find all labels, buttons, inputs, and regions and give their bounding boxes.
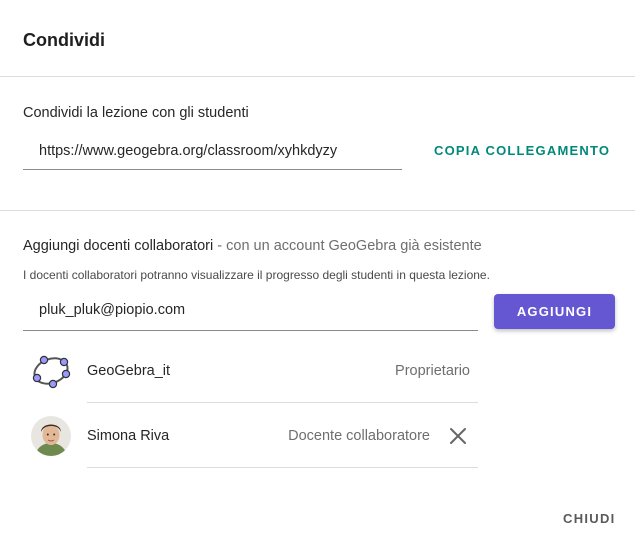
member-name: Simona Riva [87, 428, 170, 444]
dialog-title: Condividi [23, 30, 105, 50]
share-dialog: Condividi Condividi la lezione con gli s… [0, 0, 635, 542]
collaborators-heading-sub: - con un account GeoGebra già esistente [213, 238, 482, 254]
member-role: Docente collaboratore [288, 428, 430, 444]
divider [0, 76, 635, 77]
copy-link-button[interactable]: COPIA COLLEGAMENTO [434, 143, 610, 158]
collaborators-description: I docenti collaboratori potranno visuali… [23, 268, 490, 282]
close-dialog-button[interactable]: CHIUDI [563, 511, 616, 526]
divider [0, 210, 635, 211]
share-label: Condividi la lezione con gli studenti [23, 105, 249, 121]
share-link-field[interactable]: https://www.geogebra.org/classroom/xyhkd… [23, 134, 402, 170]
member-row: Simona Riva Docente collaboratore [23, 404, 478, 468]
collaborators-heading-main: Aggiungi docenti collaboratori [23, 238, 214, 254]
member-row: GeoGebra_it Proprietario [23, 339, 478, 403]
close-icon[interactable] [448, 426, 468, 446]
collaborators-heading: Aggiungi docenti collaboratori - con un … [23, 238, 482, 254]
collaborator-email-field[interactable] [23, 295, 478, 331]
member-role: Proprietario [395, 363, 470, 379]
member-name: GeoGebra_it [87, 363, 171, 379]
user-avatar [31, 416, 71, 456]
add-collaborator-button[interactable]: AGGIUNGI [494, 294, 615, 329]
share-link-value[interactable]: https://www.geogebra.org/classroom/xyhkd… [39, 143, 337, 159]
geogebra-logo-icon [32, 355, 71, 389]
row-divider [87, 467, 478, 468]
row-divider [87, 402, 478, 403]
collaborator-email-input[interactable] [39, 302, 459, 318]
